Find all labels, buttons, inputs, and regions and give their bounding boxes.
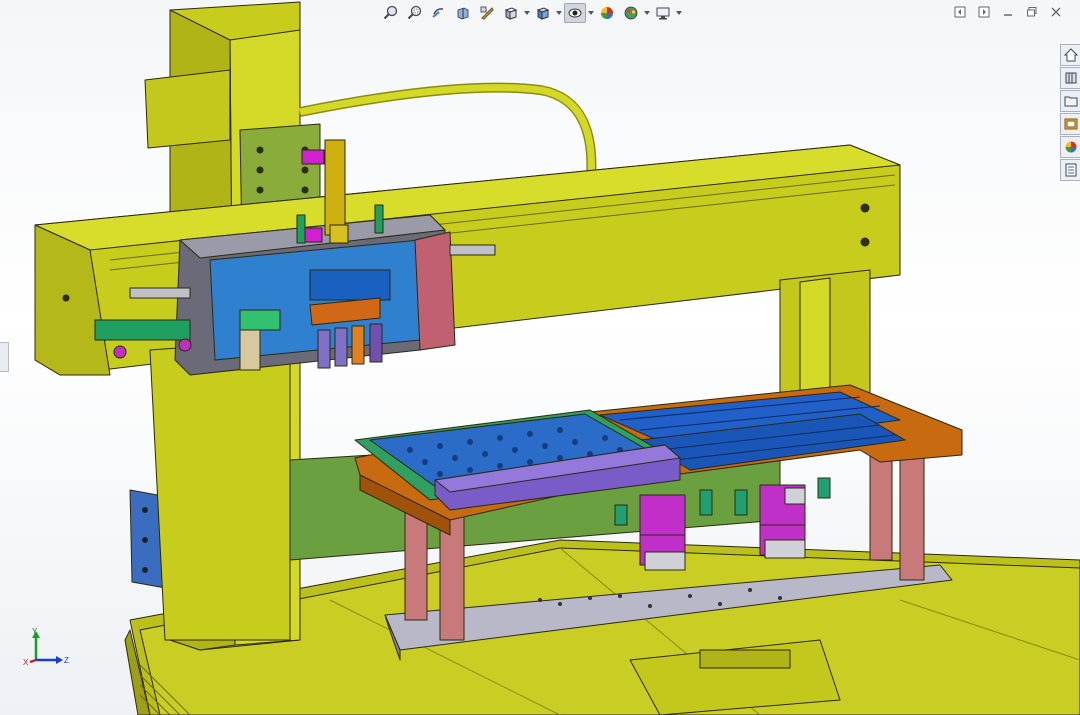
apply-scene-dropdown-icon[interactable] xyxy=(644,3,650,23)
maximize-icon[interactable] xyxy=(1022,4,1042,20)
view-settings-dropdown-icon[interactable] xyxy=(676,3,682,23)
close-icon[interactable] xyxy=(1046,4,1066,20)
display-style-dropdown-icon[interactable] xyxy=(556,3,562,23)
feature-manager-collapse-handle[interactable] xyxy=(0,342,9,372)
display-style-icon[interactable] xyxy=(532,3,554,23)
restore-left-icon[interactable] xyxy=(950,4,970,20)
task-pane-tabs xyxy=(1060,44,1080,181)
edit-appearance-icon[interactable] xyxy=(596,3,618,23)
triad-x-label: X xyxy=(23,658,29,667)
appearances-icon[interactable] xyxy=(1060,136,1080,158)
restore-right-icon[interactable] xyxy=(974,4,994,20)
view-palette-icon[interactable] xyxy=(1060,113,1080,135)
model-viewport[interactable] xyxy=(0,0,1080,715)
triad-y-label: Y xyxy=(32,627,38,636)
dynamic-annotation-views-icon[interactable] xyxy=(476,3,498,23)
file-explorer-icon[interactable] xyxy=(1060,90,1080,112)
minimize-icon[interactable] xyxy=(998,4,1018,20)
heads-up-view-toolbar xyxy=(380,2,682,24)
view-orientation-icon[interactable] xyxy=(500,3,522,23)
view-settings-icon[interactable] xyxy=(652,3,674,23)
previous-view-icon[interactable] xyxy=(428,3,450,23)
triad-z-label: Z xyxy=(64,656,69,665)
view-orientation-dropdown-icon[interactable] xyxy=(524,3,530,23)
section-view-icon[interactable] xyxy=(452,3,474,23)
design-library-icon[interactable] xyxy=(1060,67,1080,89)
reference-triad: Y X Z xyxy=(23,627,69,667)
home-icon[interactable] xyxy=(1060,44,1080,66)
apply-scene-icon[interactable] xyxy=(620,3,642,23)
zoom-to-fit-icon[interactable] xyxy=(380,3,402,23)
hide-show-items-icon[interactable] xyxy=(564,3,586,23)
custom-properties-icon[interactable] xyxy=(1060,159,1080,181)
document-window-controls xyxy=(950,4,1066,20)
hide-show-dropdown-icon[interactable] xyxy=(588,3,594,23)
zoom-to-area-icon[interactable] xyxy=(404,3,426,23)
